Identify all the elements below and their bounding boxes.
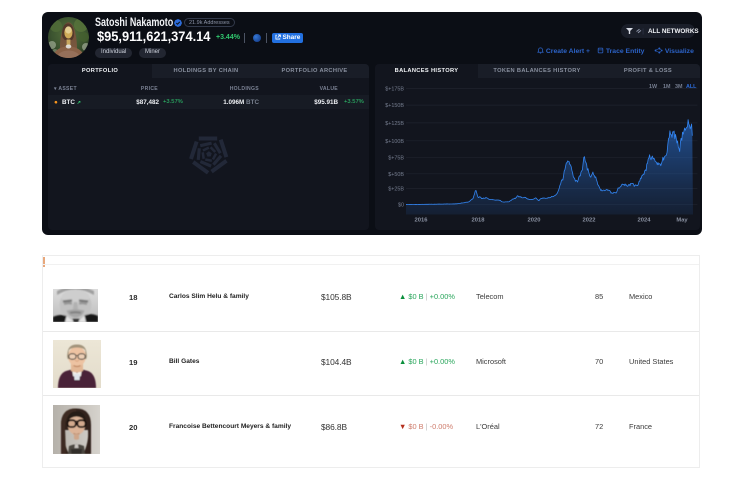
svg-text:$0: $0 [398, 203, 404, 209]
svg-text:$+25B: $+25B [388, 187, 404, 193]
svg-text:$+125B: $+125B [385, 121, 404, 127]
svg-text:$+175B: $+175B [385, 87, 404, 93]
svg-text:2018: 2018 [472, 218, 486, 224]
svg-text:2016: 2016 [415, 218, 429, 224]
svg-text:$+150B: $+150B [385, 103, 404, 109]
svg-text:May: May [676, 218, 688, 224]
svg-text:2022: 2022 [583, 218, 596, 224]
svg-text:$+50B: $+50B [388, 172, 404, 178]
svg-text:2020: 2020 [528, 218, 541, 224]
svg-text:2024: 2024 [638, 218, 652, 224]
svg-text:$+75B: $+75B [388, 155, 404, 161]
svg-text:$+100B: $+100B [385, 139, 404, 145]
